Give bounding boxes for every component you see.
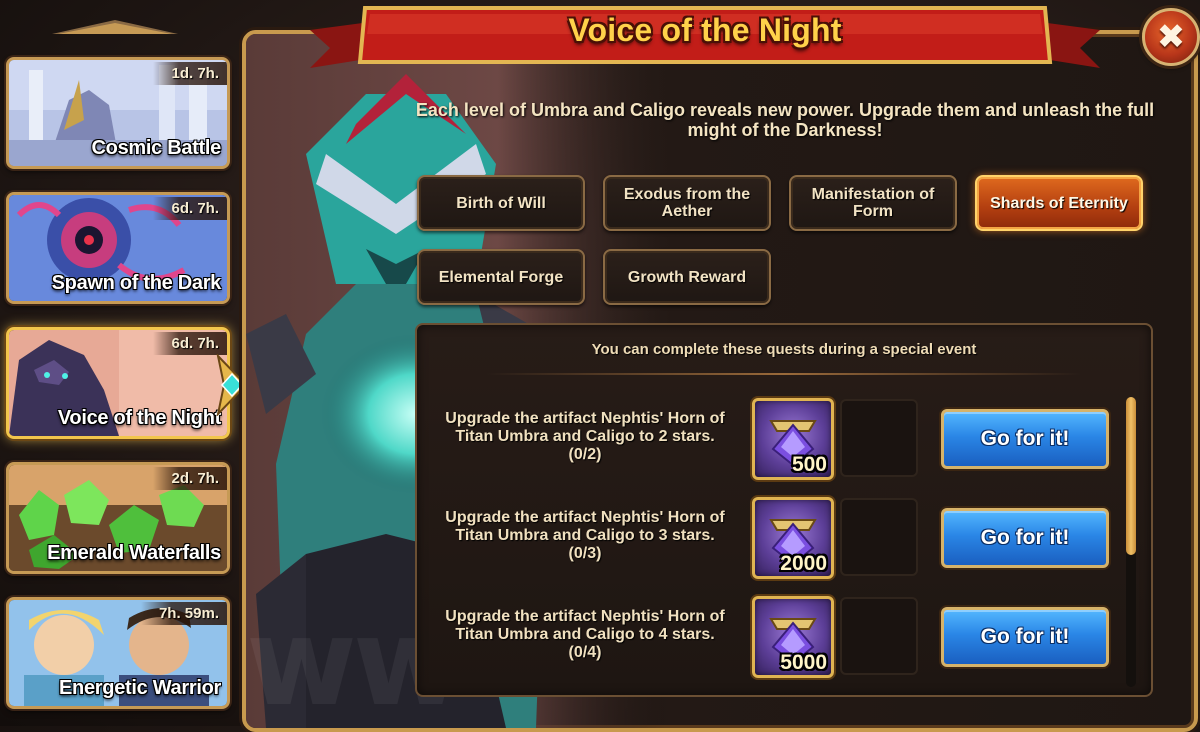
empty-reward-slot [840,597,918,675]
close-button[interactable]: ✖ [1142,8,1200,66]
scrollbar-thumb[interactable] [1126,397,1136,555]
tab-growth-reward[interactable]: Growth Reward [603,249,771,305]
event-card-cosmic-battle[interactable]: 1d. 7h. Cosmic Battle [6,57,230,169]
event-title: Spawn of the Dark [51,272,222,294]
event-timer: 6d. 7h. [153,332,227,355]
quest-description: Upgrade the artifact Nephtis' Horn of Ti… [425,410,745,464]
go-for-it-button[interactable]: Go for it! [941,607,1109,667]
event-title: Energetic Warrior [59,677,221,699]
tab-manifestation-of-form[interactable]: Manifestation of Form [789,175,957,231]
event-title: Voice of the Night [57,407,221,429]
scroll-up-arrow-icon[interactable] [52,18,178,36]
go-for-it-button[interactable]: Go for it! [941,508,1109,568]
quest-progress: (0/4) [568,644,602,661]
reward-amount: 500 [791,453,827,476]
quests-header: You can complete these quests during a s… [591,341,977,358]
tab-birth-of-will[interactable]: Birth of Will [417,175,585,231]
quest-text-line: Upgrade the artifact Nephtis' Horn of [445,410,725,427]
page-title: Voice of the Night [568,12,842,48]
event-title: Emerald Waterfalls [47,542,221,564]
event-description: Each level of Umbra and Caligo reveals n… [415,100,1155,140]
quest-text-line: Upgrade the artifact Nephtis' Horn of [445,608,725,625]
tab-elemental-forge[interactable]: Elemental Forge [417,249,585,305]
event-timer: 7h. 59m. [140,602,227,625]
event-timer: 1d. 7h. [153,62,227,85]
event-card-spawn-of-the-dark[interactable]: 6d. 7h. Spawn of the Dark [6,192,230,304]
quest-description: Upgrade the artifact Nephtis' Horn of Ti… [425,608,745,662]
event-title: Cosmic Battle [91,137,222,159]
event-timer: 2d. 7h. [153,467,227,490]
quest-text-line: Titan Umbra and Caligo to 4 stars. [455,626,715,643]
reward-item[interactable]: 5000 [752,596,834,678]
go-for-it-button[interactable]: Go for it! [941,409,1109,469]
event-card-emerald-waterfalls[interactable]: 2d. 7h. Emerald Waterfalls [6,462,230,574]
empty-reward-slot [840,498,918,576]
reward-amount: 2000 [780,552,827,575]
tab-exodus-from-the-aether[interactable]: Exodus from the Aether [603,175,771,231]
reward-item[interactable]: 500 [752,398,834,480]
quest-text-line: Titan Umbra and Caligo to 3 stars. [455,527,715,544]
quest-description: Upgrade the artifact Nephtis' Horn of Ti… [425,509,745,563]
quest-progress: (0/3) [568,545,602,562]
divider [487,373,1081,375]
event-card-energetic-warrior[interactable]: 7h. 59m. Energetic Warrior [6,597,230,709]
quest-text-line: Upgrade the artifact Nephtis' Horn of [445,509,725,526]
tab-shards-of-eternity[interactable]: Shards of Eternity [975,175,1143,231]
empty-reward-slot [840,399,918,477]
event-card-voice-of-the-night[interactable]: 6d. 7h. Voice of the Night [6,327,230,439]
reward-item[interactable]: 2000 [752,497,834,579]
quest-text-line: Titan Umbra and Caligo to 2 stars. [455,428,715,445]
event-timer: 6d. 7h. [153,197,227,220]
reward-amount: 5000 [780,651,827,674]
close-icon: ✖ [1156,18,1186,56]
quest-progress: (0/2) [568,446,602,463]
